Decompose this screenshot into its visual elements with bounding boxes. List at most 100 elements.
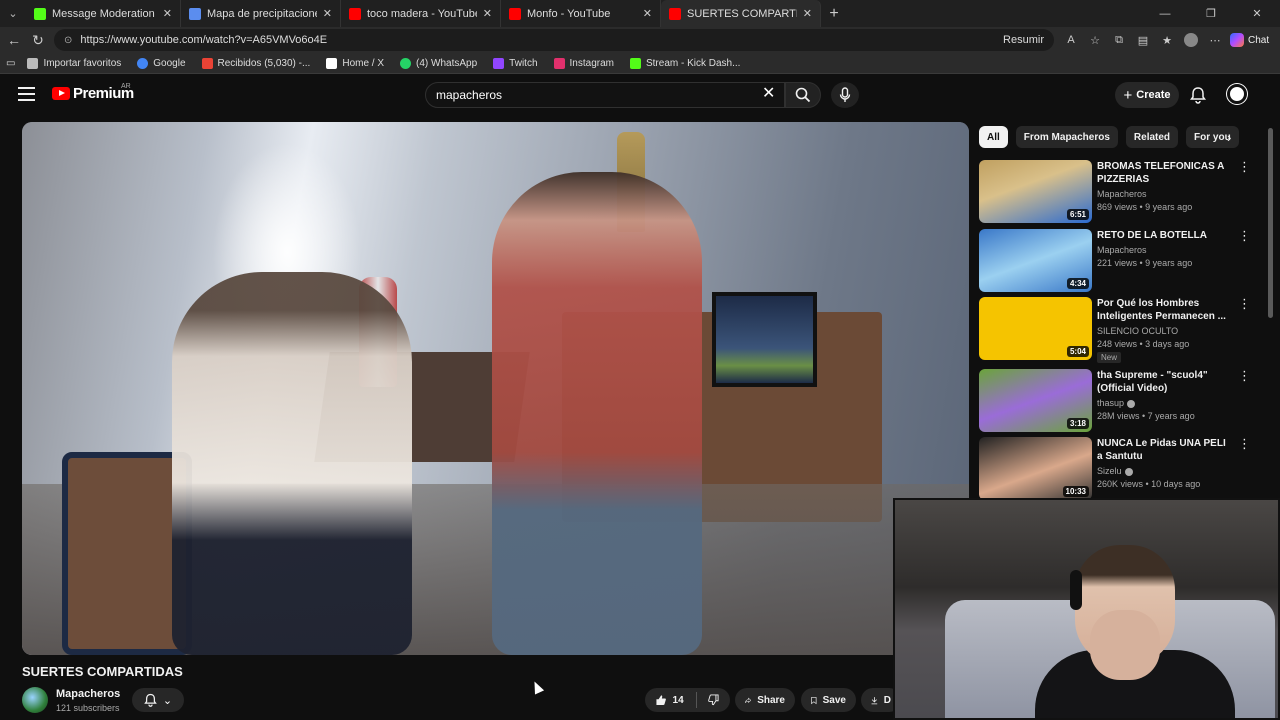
thumbs-up-icon[interactable] <box>655 693 667 707</box>
tab-close-icon[interactable]: ✕ <box>163 7 172 20</box>
more-vert-icon[interactable]: ⋮ <box>1238 369 1251 382</box>
video-title[interactable]: RETO DE LA BOTELLA <box>1097 229 1227 242</box>
reload-icon[interactable]: ↻ <box>26 28 50 52</box>
bookmark-item[interactable]: Home / X <box>326 57 384 69</box>
browser-tab[interactable]: Monfo - YouTube ✕ <box>501 0 661 27</box>
tab-close-icon[interactable]: ✕ <box>483 7 492 20</box>
bookmark-item[interactable]: Twitch <box>493 57 538 69</box>
video-title[interactable]: NUNCA Le Pidas UNA PELI a Santutu <box>1097 437 1227 463</box>
bookmark-icon <box>811 696 817 704</box>
resumir-button[interactable]: Resumir <box>1003 34 1044 46</box>
channel-name[interactable]: thasup <box>1097 398 1136 408</box>
channel-name-text: thasup <box>1097 398 1125 408</box>
more-vert-icon[interactable]: ⋮ <box>1238 437 1251 450</box>
more-vert-icon[interactable]: ⋮ <box>1238 229 1251 242</box>
restore-icon[interactable]: ❐ <box>1188 0 1234 27</box>
recommended-video[interactable]: 5:04 Por Qué los Hombres Inteligentes Pe… <box>979 297 1254 363</box>
bookmark-item[interactable]: Instagram <box>553 57 614 69</box>
tab-close-icon[interactable]: ✕ <box>803 7 812 20</box>
favorite-star-icon[interactable]: ☆ <box>1086 31 1104 49</box>
bookmark-label: Recibidos (5,030) -... <box>217 57 311 69</box>
bookmark-label: Twitch <box>509 57 538 69</box>
bookmark-item[interactable]: Importar favoritos <box>27 57 121 69</box>
recommended-video[interactable]: 6:51 BROMAS TELEFONICAS A PIZZERIAS Mapa… <box>979 160 1254 224</box>
bookmark-item[interactable]: Stream - Kick Dash... <box>629 57 740 69</box>
hamburger-menu-icon[interactable] <box>18 87 35 101</box>
browser-tab[interactable]: Mapa de precipitaciones de Lanús ✕ <box>181 0 341 27</box>
subscription-notifications-button[interactable]: ⌄ <box>132 688 184 712</box>
bookmark-item[interactable]: (4) WhatsApp <box>400 57 477 69</box>
profile-avatar-icon[interactable] <box>1182 31 1200 49</box>
sidebar-scrollbar[interactable] <box>1268 128 1273 318</box>
browser-tab-active[interactable]: SUERTES COMPARTIDAS - You ✕ <box>661 0 821 27</box>
channel-name[interactable]: Mapacheros <box>1097 245 1147 255</box>
search-button[interactable] <box>785 82 821 108</box>
copilot-chat-button[interactable]: Chat <box>1230 33 1269 47</box>
share-button[interactable]: Share <box>735 688 795 712</box>
tab-list-menu-button[interactable]: ⌄ <box>0 0 26 27</box>
chevron-right-icon[interactable]: › <box>1227 130 1231 145</box>
more-menu-icon[interactable]: ⋯ <box>1206 31 1224 49</box>
save-button[interactable]: Save <box>801 688 856 712</box>
voice-search-button[interactable] <box>831 82 859 108</box>
youtube-logo[interactable]: Premium AR <box>52 83 134 102</box>
country-code: AR <box>121 83 131 90</box>
more-vert-icon[interactable]: ⋮ <box>1238 297 1251 310</box>
channel-name[interactable]: Mapacheros <box>1097 189 1147 199</box>
tab-title: Mapa de precipitaciones de Lanús <box>207 7 317 20</box>
favorites-icon[interactable]: ★ <box>1158 31 1176 49</box>
notifications-bell-icon[interactable] <box>1190 86 1206 109</box>
split-screen-icon[interactable]: ▤ <box>1134 31 1152 49</box>
browser-tab[interactable]: Message Moderation - Kick Dashb ✕ <box>26 0 181 27</box>
chip-from-channel[interactable]: From Mapacheros <box>1015 126 1118 148</box>
video-title[interactable]: tha Supreme - "scuol4" (Official Video) <box>1097 369 1227 395</box>
video-thumbnail[interactable]: 5:04 <box>979 297 1092 360</box>
new-badge: New <box>1097 352 1122 363</box>
bookmark-menu-icon[interactable]: ▭ <box>6 58 15 69</box>
video-thumbnail[interactable]: 6:51 <box>979 160 1092 223</box>
channel-name[interactable]: SILENCIO OCULTO <box>1097 326 1178 336</box>
site-info-icon[interactable]: ⊙ <box>64 35 72 46</box>
channel-name[interactable]: Sizelu <box>1097 466 1133 476</box>
like-count[interactable]: 14 <box>673 695 684 706</box>
tab-close-icon[interactable]: ✕ <box>323 7 332 20</box>
clear-search-icon[interactable]: ✕ <box>762 86 775 102</box>
read-aloud-icon[interactable]: A <box>1062 31 1080 49</box>
recommended-video[interactable]: 3:18 tha Supreme - "scuol4" (Official Vi… <box>979 369 1254 433</box>
new-tab-button[interactable]: + <box>821 5 847 23</box>
close-window-icon[interactable]: ✕ <box>1234 0 1280 27</box>
download-icon <box>871 696 878 704</box>
video-thumbnail[interactable]: 10:33 <box>979 437 1092 500</box>
video-meta: 221 views • 9 years ago <box>1097 258 1193 268</box>
tab-close-icon[interactable]: ✕ <box>643 7 652 20</box>
video-player[interactable] <box>22 122 969 655</box>
window-controls: — ❐ ✕ <box>1142 0 1280 27</box>
video-title[interactable]: Por Qué los Hombres Inteligentes Permane… <box>1097 297 1227 323</box>
bookmark-item[interactable]: Google <box>137 57 186 69</box>
chip-related[interactable]: Related <box>1125 126 1179 148</box>
extensions-icon[interactable]: ⧉ <box>1110 31 1128 49</box>
chip-all[interactable]: All <box>979 126 1008 148</box>
chevron-down-icon: ⌄ <box>162 694 173 707</box>
microphone-icon <box>839 87 851 102</box>
back-arrow-icon[interactable]: ← <box>2 28 26 52</box>
recommended-video[interactable]: 10:33 NUNCA Le Pidas UNA PELI a Santutu … <box>979 437 1254 501</box>
tab-title: toco madera - YouTube <box>367 7 477 20</box>
more-vert-icon[interactable]: ⋮ <box>1238 160 1251 173</box>
channel-name[interactable]: Mapacheros <box>56 688 120 700</box>
bookmark-item[interactable]: Recibidos (5,030) -... <box>201 57 311 69</box>
search-input[interactable]: mapacheros <box>425 82 785 108</box>
url-field[interactable]: ⊙ https://www.youtube.com/watch?v=A65VMV… <box>54 29 1054 51</box>
search-icon <box>795 87 811 103</box>
video-title[interactable]: BROMAS TELEFONICAS A PIZZERIAS <box>1097 160 1227 186</box>
recommended-video[interactable]: 4:34 RETO DE LA BOTELLA Mapacheros 221 v… <box>979 229 1254 293</box>
thumbs-down-icon[interactable] <box>708 693 720 707</box>
minimize-icon[interactable]: — <box>1142 0 1188 27</box>
kick-icon <box>629 57 641 69</box>
channel-avatar[interactable] <box>22 687 48 713</box>
create-button[interactable]: + Create <box>1115 82 1179 108</box>
video-thumbnail[interactable]: 4:34 <box>979 229 1092 292</box>
browser-tab[interactable]: toco madera - YouTube ✕ <box>341 0 501 27</box>
account-avatar[interactable] <box>1227 84 1247 104</box>
video-thumbnail[interactable]: 3:18 <box>979 369 1092 432</box>
